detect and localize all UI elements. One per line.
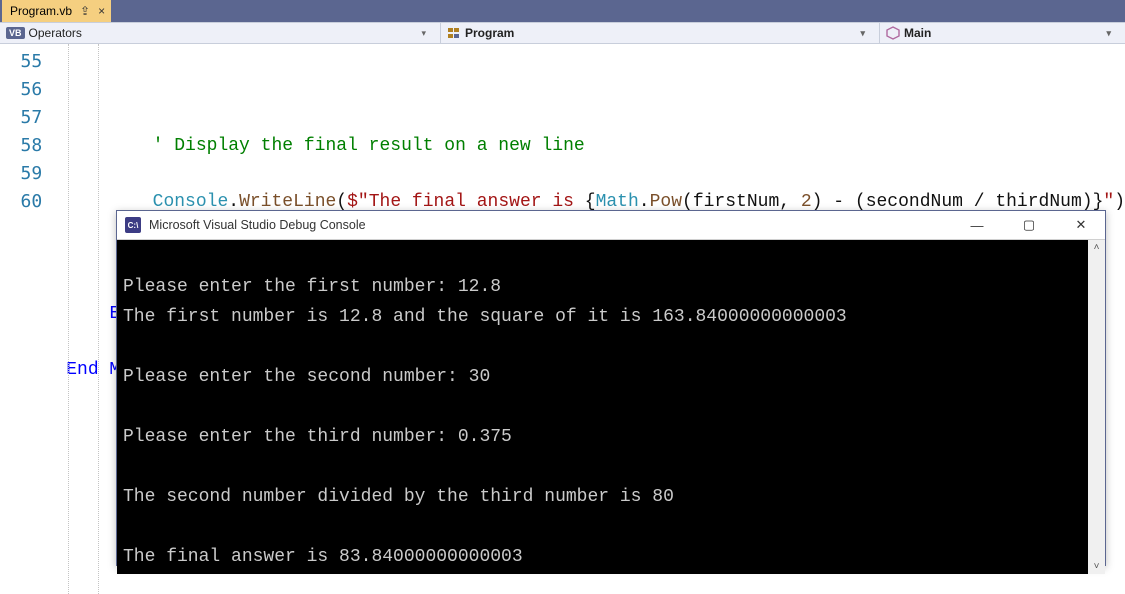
nav-scope-label: Operators <box>29 26 82 40</box>
console-icon: C:\ <box>125 217 141 233</box>
console-line: The final answer is 83.84000000000003 <box>123 547 523 567</box>
debug-console-window: C:\ Microsoft Visual Studio Debug Consol… <box>116 210 1106 566</box>
pin-icon[interactable]: ⇪ <box>80 4 90 18</box>
close-button[interactable]: ✕ <box>1059 211 1103 239</box>
line-number: 55 <box>0 48 42 76</box>
scroll-down-icon[interactable]: ˅ <box>1094 561 1100 572</box>
line-number: 59 <box>0 160 42 188</box>
navigation-bar: VB Operators ▾ Program ▾ Main ▾ <box>0 22 1125 44</box>
minimize-button[interactable]: — <box>955 211 999 239</box>
console-line: Please enter the first number: 12.8 <box>123 277 501 297</box>
nav-scope-dropdown[interactable]: VB Operators ▾ <box>0 23 440 43</box>
chevron-down-icon: ▾ <box>1106 28 1119 39</box>
scroll-up-icon[interactable]: ˄ <box>1094 242 1100 253</box>
line-number: 60 <box>0 188 42 216</box>
method-icon <box>886 26 900 40</box>
console-titlebar[interactable]: C:\ Microsoft Visual Studio Debug Consol… <box>117 211 1105 240</box>
console-line: Please enter the second number: 30 <box>123 367 490 387</box>
line-number: 57 <box>0 104 42 132</box>
line-number: 56 <box>0 76 42 104</box>
console-line: The first number is 12.8 and the square … <box>123 307 847 327</box>
comment-text: ' Display the final result on a new line <box>153 136 585 156</box>
nav-member-dropdown[interactable]: Main ▾ <box>880 23 1125 43</box>
console-scrollbar[interactable]: ˄ ˅ <box>1088 240 1105 574</box>
nav-type-label: Program <box>465 26 514 40</box>
close-icon[interactable]: × <box>98 4 105 18</box>
console-line: Please enter the third number: 0.375 <box>123 427 512 447</box>
code-line: ' Display the final result on a new line <box>66 132 1125 160</box>
maximize-button[interactable]: ▢ <box>1007 211 1051 239</box>
nav-member-label: Main <box>904 26 931 40</box>
module-icon <box>447 26 461 40</box>
vb-badge-icon: VB <box>6 27 25 39</box>
line-number: 58 <box>0 132 42 160</box>
chevron-down-icon: ▾ <box>421 28 434 39</box>
tab-filename: Program.vb <box>10 4 72 18</box>
chevron-down-icon: ▾ <box>860 28 873 39</box>
editor-tab-program[interactable]: Program.vb ⇪ × <box>2 0 111 22</box>
console-line: The second number divided by the third n… <box>123 487 674 507</box>
line-number-gutter: 55 56 57 58 59 60 <box>0 44 66 594</box>
editor-tab-bar: Program.vb ⇪ × <box>0 0 1125 22</box>
nav-type-dropdown[interactable]: Program ▾ <box>440 23 880 43</box>
console-output[interactable]: Please enter the first number: 12.8 The … <box>117 240 1088 574</box>
console-title: Microsoft Visual Studio Debug Console <box>149 218 947 232</box>
